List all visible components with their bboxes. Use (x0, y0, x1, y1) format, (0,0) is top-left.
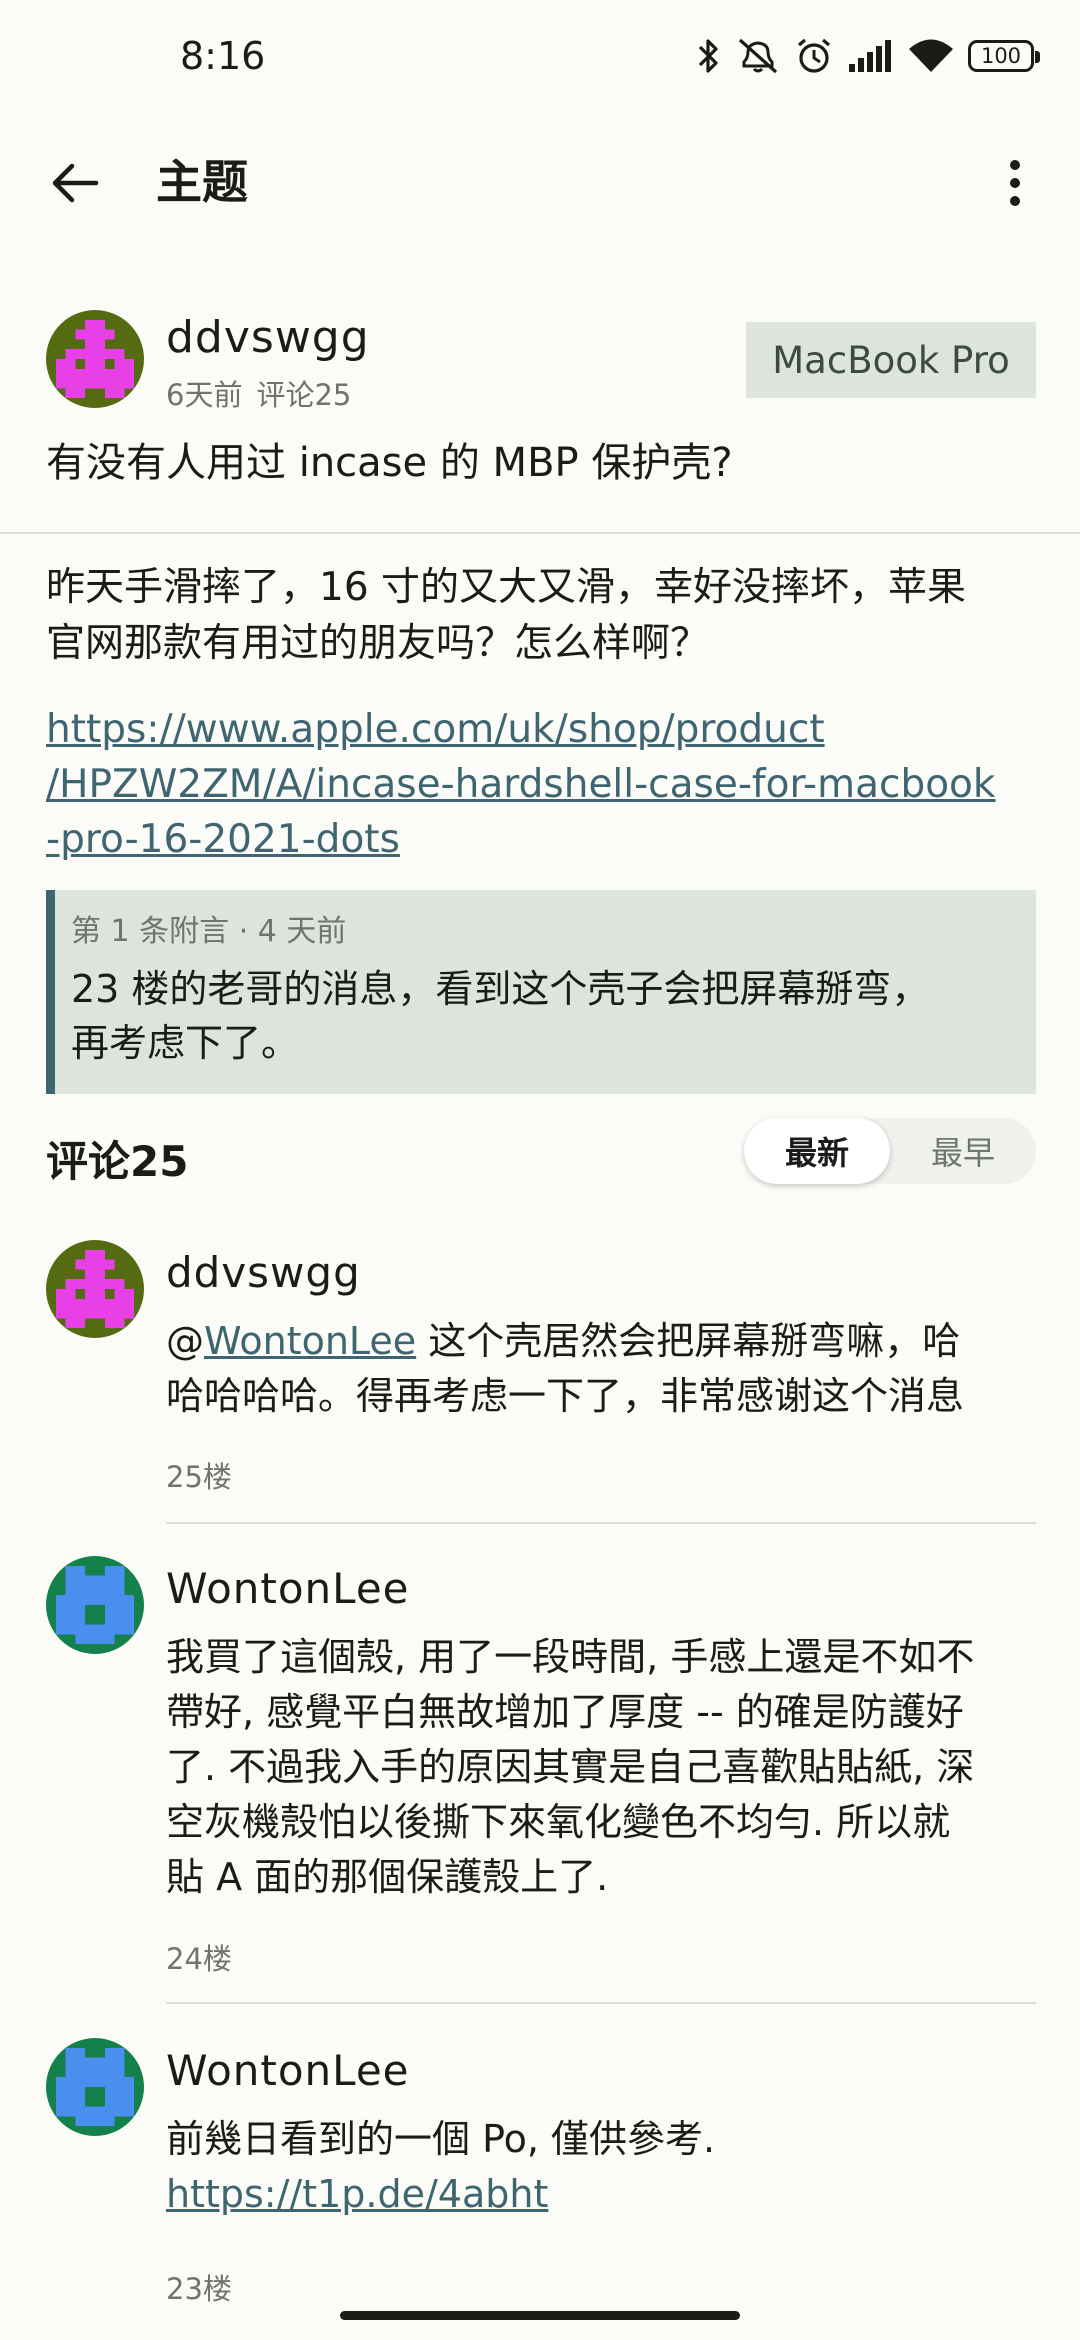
divider (0, 532, 1080, 534)
comment-line: 我買了這個殼, 用了一段時間, 手感上還是不如不 (166, 1635, 975, 1679)
app-bar: 主题 (0, 124, 1080, 234)
supplement-block: 第 1 条附言 · 4 天前 23 楼的老哥的消息，看到这个壳子会把屏幕掰弯， … (46, 890, 1036, 1094)
comment-body: 前幾日看到的一個 Po, 僅供參考. https://t1p.de/4abht (166, 2112, 1046, 2222)
battery-icon: 100 (968, 40, 1040, 72)
back-button[interactable] (40, 148, 110, 218)
divider (166, 1522, 1036, 1524)
comment-line: 了. 不過我入手的原因其實是自己喜歡貼貼紙, 深 (166, 1745, 975, 1789)
more-vert-icon (1010, 160, 1020, 206)
link-line[interactable]: -pro-16-2021-dots (46, 812, 1046, 867)
commenter-name[interactable]: WontonLee (166, 1564, 410, 1613)
comment-item[interactable]: WontonLee 我買了這個殼, 用了一段時間, 手感上還是不如不 帶好, 感… (0, 1556, 1080, 1996)
link-line[interactable]: /HPZW2ZM/A/incase-hardshell-case-for-mac… (46, 757, 1046, 812)
sort-toggle: 最新 最早 (744, 1118, 1036, 1184)
node-tag[interactable]: MacBook Pro (746, 322, 1036, 398)
sort-newest-button[interactable]: 最新 (744, 1118, 890, 1184)
content-line: 官网那款有用过的朋友吗？怎么样啊？ (46, 621, 710, 666)
topic-meta: 6天前 评论25 (166, 372, 351, 414)
commenter-avatar[interactable] (46, 1240, 144, 1338)
alarm-icon (797, 38, 831, 73)
comment-body: 我買了這個殼, 用了一段時間, 手感上還是不如不 帶好, 感覺平白無故增加了厚度… (166, 1630, 1046, 1905)
link-line[interactable]: https://www.apple.com/uk/shop/product (46, 702, 1046, 757)
home-indicator[interactable] (340, 2311, 740, 2320)
comment-line: 貼 A 面的那個保護殼上了. (166, 1855, 609, 1899)
comments-header: 评论25 最新 最早 (46, 1118, 1036, 1188)
commenter-avatar[interactable] (46, 1556, 144, 1654)
supplement-line: 再考虑下了。 (71, 1021, 300, 1065)
comment-line: 哈哈哈哈。得再考虑一下了，非常感谢这个消息 (166, 1374, 965, 1418)
mention-at: @ (166, 1319, 204, 1363)
comment-text: 这个壳居然会把屏幕掰弯嘛，哈 (416, 1319, 961, 1363)
comment-line: 空灰機殼怕以後撕下來氧化變色不均勻. 所以就 (166, 1800, 951, 1844)
mention-link[interactable]: WontonLee (204, 1319, 416, 1363)
status-icons: 100 (696, 36, 1040, 76)
sort-oldest-button[interactable]: 最早 (890, 1118, 1036, 1184)
topic-title: 有没有人用过 incase 的 MBP 保护壳? (46, 440, 733, 486)
bluetooth-icon (698, 39, 718, 73)
status-time: 8:16 (180, 34, 266, 78)
topic-comment-count: 评论25 (256, 378, 352, 412)
wifi-icon (909, 39, 953, 72)
floor-number: 23楼 (166, 2272, 232, 2306)
comment-line: 帶好, 感覺平白無故增加了厚度 -- 的確是防護好 (166, 1690, 964, 1734)
avatar-image (46, 2038, 144, 2136)
topic-header: ddvswgg 6天前 评论25 MacBook Pro (0, 306, 1080, 416)
avatar-image (46, 1240, 144, 1338)
commenter-name[interactable]: WontonLee (166, 2046, 410, 2095)
page-title: 主题 (156, 155, 248, 209)
author-avatar[interactable] (46, 310, 144, 408)
topic-time: 6天前 (166, 378, 243, 412)
comment-item[interactable]: ddvswgg @WontonLee 这个壳居然会把屏幕掰弯嘛，哈 哈哈哈哈。得… (0, 1240, 1080, 1520)
back-arrow-icon (52, 163, 99, 203)
topic-link[interactable]: https://www.apple.com/uk/shop/product /H… (46, 702, 1046, 867)
divider (166, 2002, 1036, 2004)
floor-number: 25楼 (166, 1460, 232, 1494)
avatar-image (46, 310, 144, 408)
avatar-image (46, 1556, 144, 1654)
signal-icon (849, 40, 891, 72)
status-bar: 8:16 100 (0, 0, 1080, 124)
supplement-text: 23 楼的老哥的消息，看到这个壳子会把屏幕掰弯， 再考虑下了。 (71, 962, 1012, 1070)
author-name[interactable]: ddvswgg (166, 312, 370, 363)
more-options-button[interactable] (980, 148, 1050, 218)
comment-link[interactable]: https://t1p.de/4abht (166, 2167, 1046, 2222)
floor-number: 24楼 (166, 1942, 232, 1976)
comment-body: @WontonLee 这个壳居然会把屏幕掰弯嘛，哈 哈哈哈哈。得再考虑一下了，非… (166, 1314, 1046, 1424)
commenter-name[interactable]: ddvswgg (166, 1248, 361, 1297)
topic-content: 昨天手滑摔了，16 寸的又大又滑，幸好没摔坏，苹果 官网那款有用过的朋友吗？怎么… (46, 560, 1036, 672)
supplement-line: 23 楼的老哥的消息，看到这个壳子会把屏幕掰弯， (71, 967, 930, 1011)
comment-item[interactable]: WontonLee 前幾日看到的一個 Po, 僅供參考. https://t1p… (0, 2038, 1080, 2308)
comment-line: 前幾日看到的一個 Po, 僅供參考. (166, 2117, 716, 2161)
mute-icon (738, 38, 778, 74)
supplement-meta: 第 1 条附言 · 4 天前 (71, 914, 347, 949)
content-line: 昨天手滑摔了，16 寸的又大又滑，幸好没摔坏，苹果 (46, 565, 967, 610)
comment-line: @WontonLee 这个壳居然会把屏幕掰弯嘛，哈 (166, 1314, 1046, 1369)
commenter-avatar[interactable] (46, 2038, 144, 2136)
comments-title: 评论25 (46, 1137, 189, 1186)
